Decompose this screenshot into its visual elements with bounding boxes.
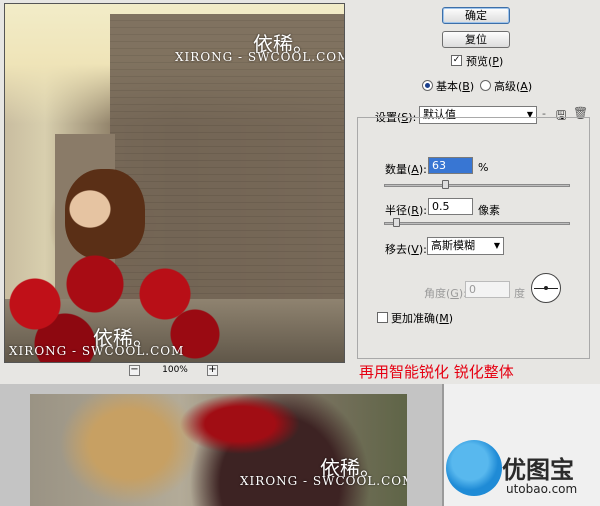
site-logo: 优图宝 utobao.com bbox=[446, 440, 596, 502]
zoom-level: 100% bbox=[162, 365, 188, 375]
angle-input[interactable]: 0 bbox=[465, 281, 510, 298]
amount-slider-handle[interactable] bbox=[442, 180, 449, 189]
more-accurate-checkbox[interactable] bbox=[377, 312, 388, 323]
smart-sharpen-dialog: 依稀。 XIRONG - SWCOOL.COM 依稀。 XIRONG - SWC… bbox=[0, 0, 600, 384]
advanced-mode-radio[interactable] bbox=[480, 80, 491, 91]
remove-label: 移去(V): bbox=[385, 243, 427, 256]
tutorial-caption: 再用智能锐化 锐化整体 bbox=[359, 363, 514, 381]
watermark-en: XIRONG - SWCOOL.COM bbox=[175, 50, 345, 64]
amount-input[interactable]: 63 bbox=[428, 157, 473, 174]
radius-label: 半径(R): bbox=[385, 204, 427, 217]
zoom-bar: − 100% + bbox=[125, 364, 225, 380]
watermark-en-3: XIRONG - SWCOOL.COM bbox=[240, 474, 407, 488]
basic-mode-label: 基本(B) bbox=[436, 80, 475, 93]
watermark-en-2: XIRONG - SWCOOL.COM bbox=[9, 344, 185, 358]
logo-text-cn: 优图宝 bbox=[502, 456, 574, 484]
chevron-down-icon: ▼ bbox=[493, 241, 500, 250]
advanced-mode-label: 高级(A) bbox=[494, 80, 533, 93]
preview-checkbox[interactable]: ✓ bbox=[451, 55, 462, 66]
angle-dial-icon[interactable] bbox=[531, 273, 561, 303]
reset-button[interactable]: 复位 bbox=[442, 31, 510, 48]
angle-unit: 度 bbox=[514, 287, 525, 300]
radius-unit: 像素 bbox=[478, 204, 500, 217]
amount-label: 数量(A): bbox=[385, 163, 427, 176]
remove-dropdown[interactable]: 高斯模糊 ▼ bbox=[427, 237, 504, 255]
radius-input[interactable]: 0.5 bbox=[428, 198, 473, 215]
amount-unit: % bbox=[478, 161, 489, 174]
radius-slider-track[interactable] bbox=[384, 222, 570, 225]
amount-slider-track[interactable] bbox=[384, 184, 570, 187]
radius-slider-handle[interactable] bbox=[393, 218, 400, 227]
more-accurate-label: 更加准确(M) bbox=[391, 312, 454, 325]
logo-text-en: utobao.com bbox=[506, 482, 578, 496]
zoom-in-button[interactable]: + bbox=[207, 365, 218, 376]
zoom-out-button[interactable]: − bbox=[129, 365, 140, 376]
preview-image[interactable]: 依稀。 XIRONG - SWCOOL.COM 依稀。 XIRONG - SWC… bbox=[4, 3, 345, 363]
remove-dropdown-value: 高斯模糊 bbox=[431, 239, 475, 252]
basic-mode-radio[interactable] bbox=[422, 80, 433, 91]
preview-checkbox-label: 预览(P) bbox=[466, 55, 504, 68]
angle-label: 角度(G): bbox=[424, 287, 467, 300]
bird-logo-icon bbox=[446, 440, 502, 496]
document-photo[interactable]: 依稀。 XIRONG - SWCOOL.COM bbox=[30, 394, 407, 506]
ok-button[interactable]: 确定 bbox=[442, 7, 510, 24]
woman-figure bbox=[65, 169, 145, 259]
